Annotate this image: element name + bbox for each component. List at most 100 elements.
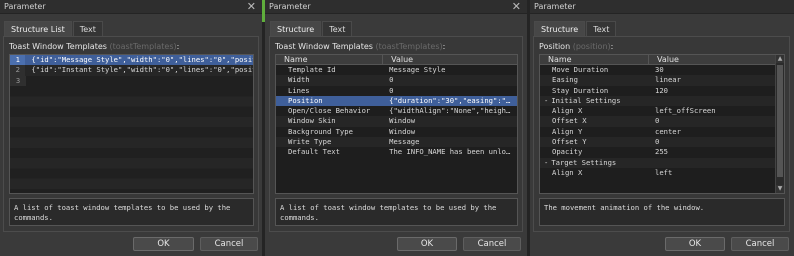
row-value[interactable]: {"widthAlign":"None","heigh… xyxy=(383,106,517,116)
parameter-window-3: Parameter Structure Text Position (posit… xyxy=(530,0,794,256)
table-row[interactable]: Template Id Message Style xyxy=(276,65,517,75)
table-row[interactable]: Align X left xyxy=(540,168,784,178)
list-item[interactable]: 2 {"id":"Instant Style","width":"0","lin… xyxy=(10,65,253,76)
row-value[interactable] xyxy=(649,96,777,106)
table-row[interactable]: Background Type Window xyxy=(276,127,517,137)
ok-button[interactable]: OK xyxy=(133,237,194,251)
table-row[interactable]: Easing linear xyxy=(540,75,784,86)
table-row[interactable]: Stay Duration 120 xyxy=(540,86,784,96)
collapse-icon[interactable]: - xyxy=(544,158,548,167)
table-header: Name Value xyxy=(540,55,784,65)
close-icon[interactable]: ✕ xyxy=(247,0,256,14)
table-header: Name Value xyxy=(276,55,517,65)
row-name: Position xyxy=(288,95,323,105)
tab-structure-list[interactable]: Structure List xyxy=(4,21,72,36)
close-icon[interactable]: ✕ xyxy=(512,0,521,14)
tab-text[interactable]: Text xyxy=(322,21,353,36)
title-bar: Parameter xyxy=(530,0,794,14)
row-value[interactable]: Window xyxy=(383,116,517,126)
parameter-table[interactable]: Name Value Template Id Message Style Width… xyxy=(275,54,518,194)
description-box: A list of toast window templates to be u… xyxy=(9,198,254,226)
table-row[interactable]: - Initial Settings xyxy=(540,95,784,107)
vertical-scrollbar[interactable]: ▲ ▼ xyxy=(775,55,784,193)
table-row[interactable]: Width 0 xyxy=(276,75,517,86)
row-value[interactable]: left xyxy=(649,168,777,178)
row-name: Target Settings xyxy=(551,157,617,167)
list-item[interactable]: 3 xyxy=(10,75,253,86)
title-bar: Parameter ✕ xyxy=(0,0,262,14)
table-row[interactable]: Write Type Message xyxy=(276,137,517,148)
column-header-name[interactable]: Name xyxy=(276,55,384,64)
row-value[interactable]: The INFO_NAME has been unlo… xyxy=(383,147,517,157)
column-header-name[interactable]: Name xyxy=(540,55,649,64)
tab-bar: Structure Text xyxy=(270,21,353,36)
row-name: Offset Y xyxy=(552,137,587,147)
row-name: Lines xyxy=(288,85,310,95)
group-label: Toast Window Templates (toastTemplates): xyxy=(9,42,180,51)
table-row[interactable]: Open/Close Behavior {"widthAlign":"None",… xyxy=(276,106,517,116)
table-body: Move Duration 30 Easing linear Stay Duration… xyxy=(540,65,784,178)
row-value[interactable]: 0 xyxy=(383,86,517,96)
table-row[interactable]: Align X left_offScreen xyxy=(540,106,784,116)
ok-button[interactable]: OK xyxy=(665,237,725,251)
row-value[interactable]: linear xyxy=(649,75,777,85)
row-name: Width xyxy=(288,75,310,85)
table-row[interactable]: Opacity 255 xyxy=(540,147,784,157)
tab-structure[interactable]: Structure xyxy=(270,21,322,36)
row-value[interactable]: 120 xyxy=(649,86,777,96)
table-row[interactable]: Align Y center xyxy=(540,127,784,137)
table-row[interactable]: - Target Settings xyxy=(540,157,784,168)
cancel-button[interactable]: Cancel xyxy=(731,237,789,251)
row-name: Template Id xyxy=(288,65,336,74)
row-name: Default Text xyxy=(288,147,340,157)
table-row[interactable]: Lines 0 xyxy=(276,86,517,96)
structure-list[interactable]: 1 {"id":"Message Style","width":"0","lin… xyxy=(9,54,254,194)
table-row[interactable]: Position {"duration":"30","easing":"… xyxy=(276,95,517,107)
row-value[interactable]: 0 xyxy=(383,75,517,85)
tab-text[interactable]: Text xyxy=(586,21,617,36)
table-row[interactable]: Window Skin Window xyxy=(276,116,517,127)
line-number: 3 xyxy=(10,75,26,86)
table-row[interactable]: Move Duration 30 xyxy=(540,65,784,75)
scroll-up-icon[interactable]: ▲ xyxy=(776,55,784,63)
table-row[interactable]: Offset X 0 xyxy=(540,116,784,127)
row-value[interactable]: Message Style xyxy=(383,65,517,75)
row-value[interactable]: {"duration":"30","easing":"… xyxy=(383,96,517,106)
table-row[interactable]: Offset Y 0 xyxy=(540,137,784,148)
row-value[interactable]: center xyxy=(649,127,777,137)
row-name: Window Skin xyxy=(288,116,336,126)
row-value[interactable]: 0 xyxy=(649,137,777,147)
column-header-value[interactable]: Value xyxy=(383,55,517,64)
row-name: Align X xyxy=(552,167,583,177)
collapse-icon[interactable]: - xyxy=(544,96,548,105)
column-header-value[interactable]: Value xyxy=(649,55,777,64)
table-row[interactable]: Default Text The INFO_NAME has been unlo… xyxy=(276,147,517,157)
list-item-text: {"id":"Instant Style","width":"0","lines… xyxy=(31,65,253,75)
row-value[interactable] xyxy=(649,158,777,168)
row-value[interactable]: left_offScreen xyxy=(649,106,777,116)
ok-button[interactable]: OK xyxy=(397,237,457,251)
scroll-down-icon[interactable]: ▼ xyxy=(776,185,784,193)
row-name: Background Type xyxy=(288,126,353,136)
row-value[interactable]: Window xyxy=(383,127,517,137)
title-bar: Parameter ✕ xyxy=(265,0,527,14)
scroll-thumb[interactable] xyxy=(777,65,783,177)
row-value[interactable]: 255 xyxy=(649,147,777,157)
cancel-button[interactable]: Cancel xyxy=(463,237,521,251)
window-title: Parameter xyxy=(269,2,311,11)
cancel-button[interactable]: Cancel xyxy=(200,237,258,251)
row-value[interactable]: Message xyxy=(383,137,517,147)
tab-bar: Structure Text xyxy=(534,21,617,36)
line-number: 1 xyxy=(10,55,26,66)
row-value[interactable]: 30 xyxy=(649,65,777,75)
list-item-text: {"id":"Message Style","width":"0","lines… xyxy=(31,55,253,64)
row-value[interactable]: 0 xyxy=(649,116,777,126)
parameter-table[interactable]: Name Value Move Duration 30 Easing linear St… xyxy=(539,54,785,194)
parameter-window-2: Parameter ✕ Structure Text Toast Window … xyxy=(265,0,527,256)
tab-structure[interactable]: Structure xyxy=(534,21,586,36)
window-title: Parameter xyxy=(4,2,46,11)
group-label: Toast Window Templates (toastTemplates): xyxy=(275,42,446,51)
tab-text[interactable]: Text xyxy=(72,21,103,36)
list-item[interactable]: 1 {"id":"Message Style","width":"0","lin… xyxy=(10,55,253,66)
row-name: Open/Close Behavior xyxy=(288,106,371,116)
